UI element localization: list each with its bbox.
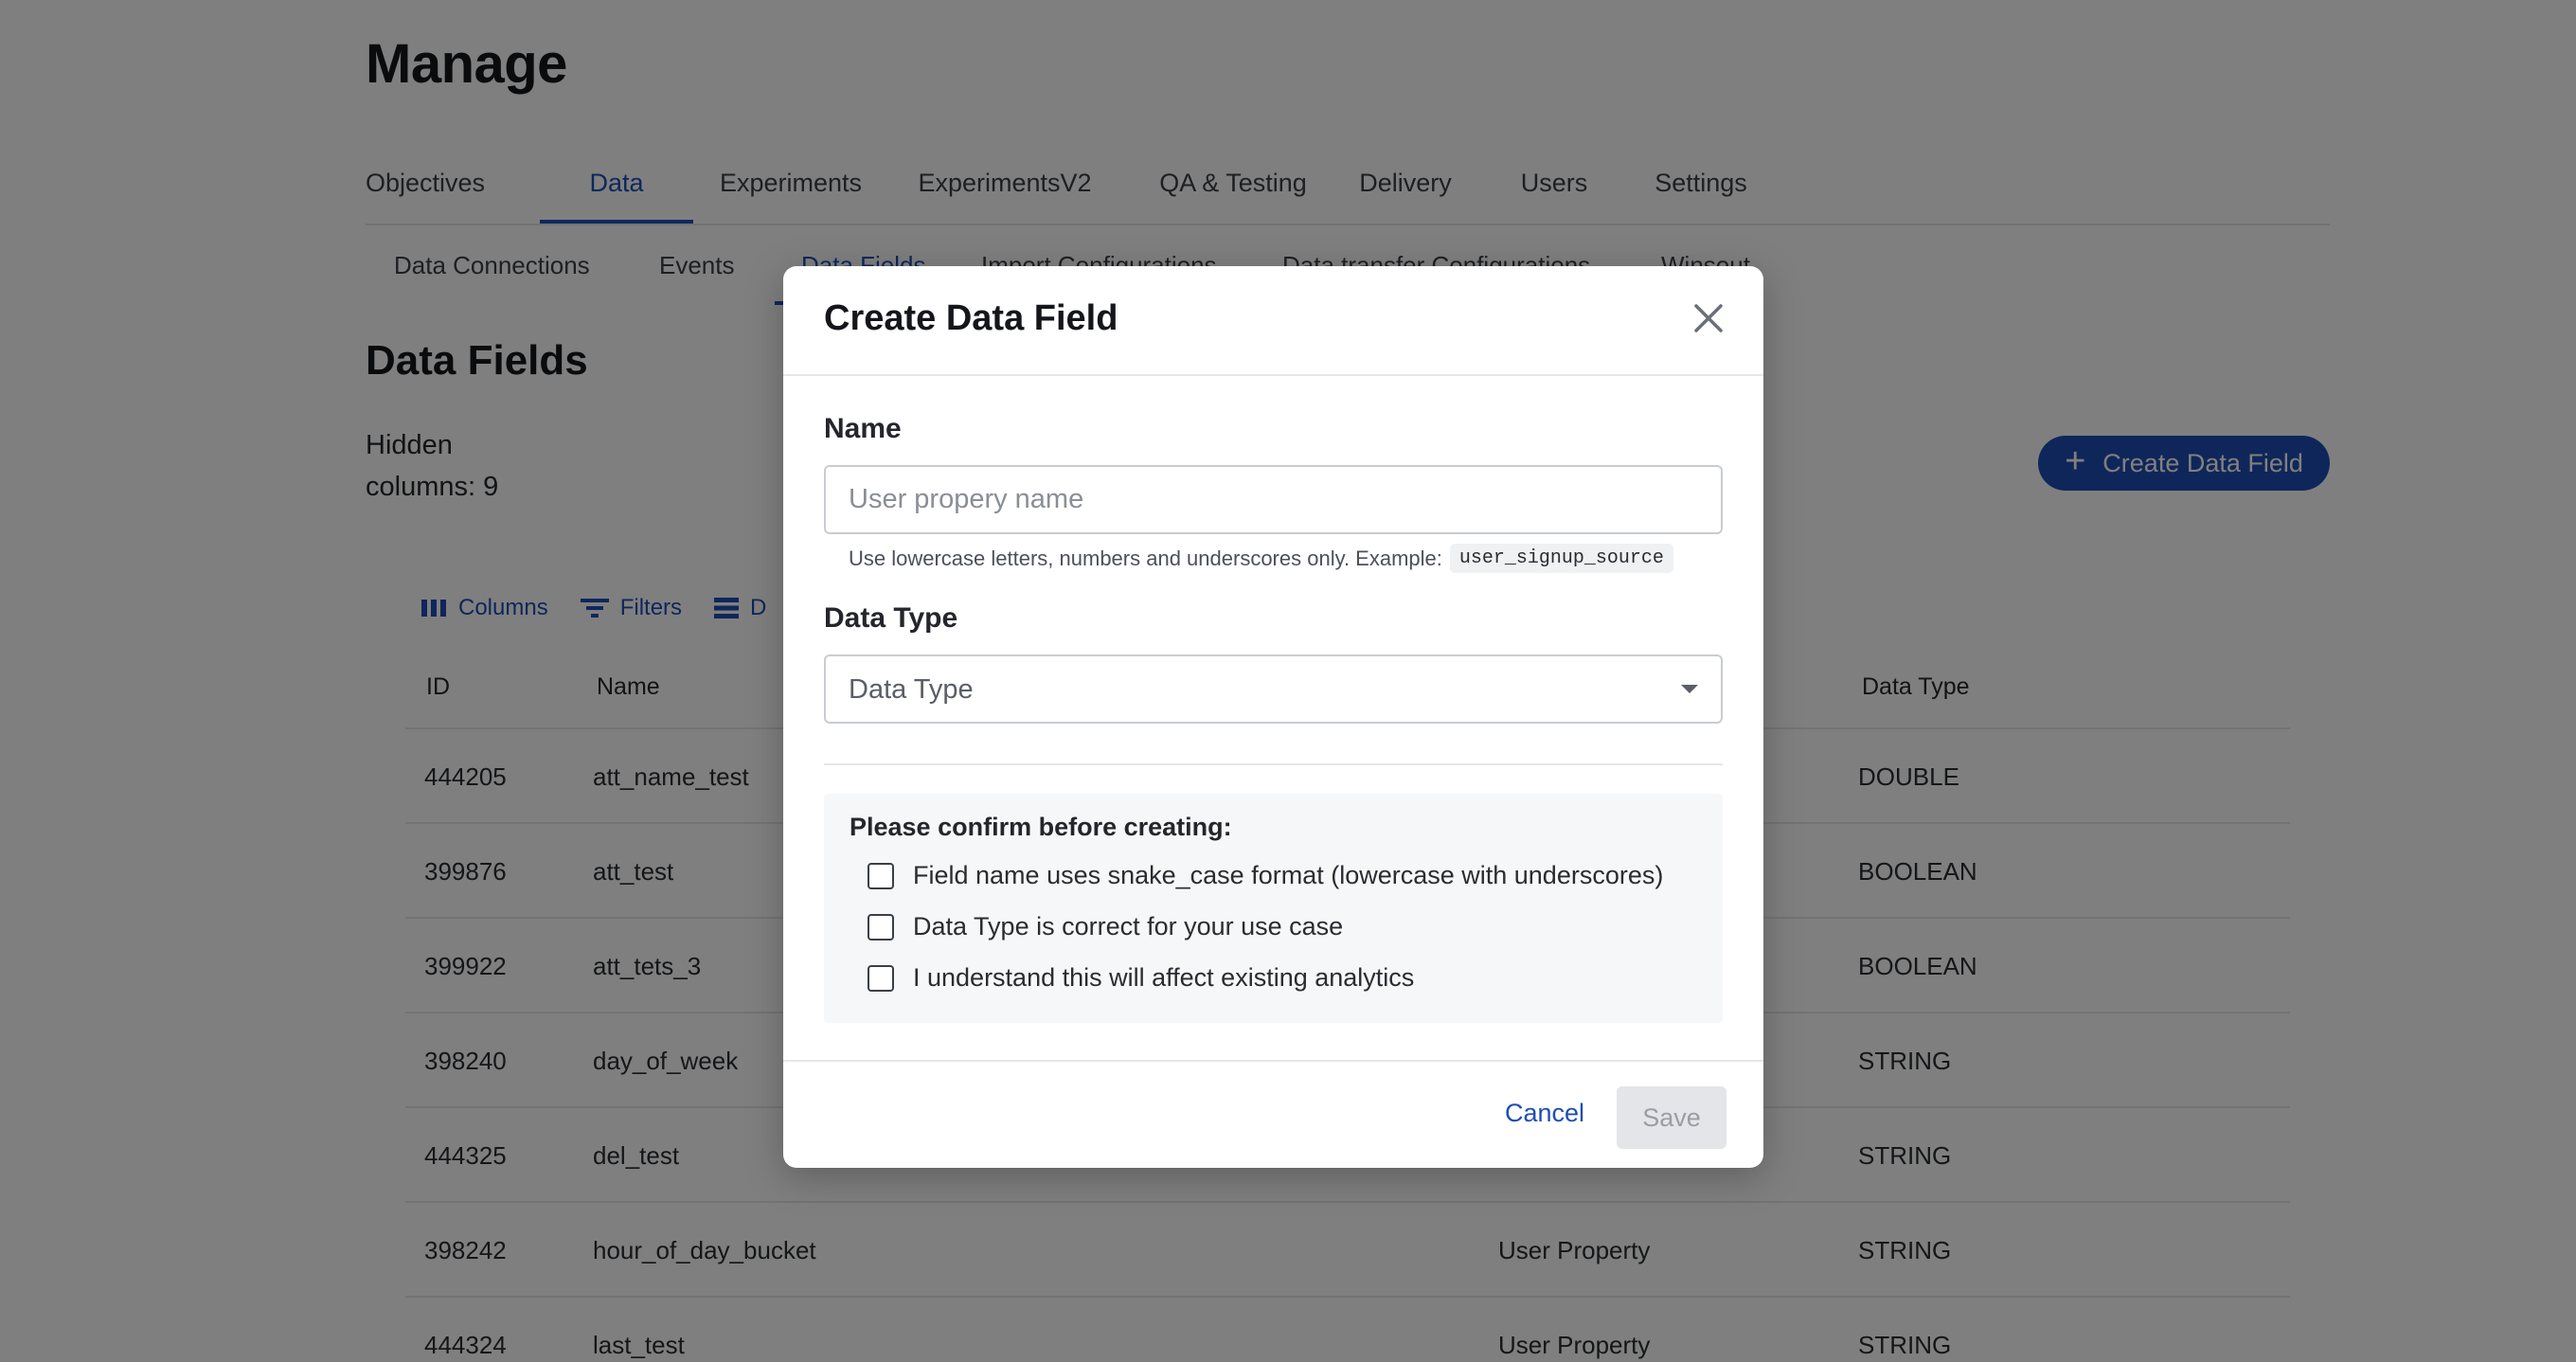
dialog-title: Create Data Field [824, 298, 1118, 338]
close-icon [1694, 304, 1723, 332]
dialog-footer-divider [783, 1060, 1763, 1062]
name-input[interactable] [824, 465, 1723, 534]
chevron-down-icon [1681, 685, 1698, 693]
checkbox-icon[interactable] [868, 862, 894, 889]
dialog-header: Create Data Field [783, 266, 1763, 376]
save-button[interactable]: Save [1617, 1086, 1726, 1149]
checkbox-icon[interactable] [868, 913, 894, 941]
dialog-divider [824, 763, 1723, 765]
confirm-analytics-checkbox[interactable]: I understand this will affect existing a… [868, 963, 1414, 993]
name-hint-example: user_signup_source [1449, 544, 1673, 573]
data-type-select-value: Data Type [849, 674, 974, 705]
cancel-button[interactable]: Cancel [1492, 1083, 1598, 1143]
confirmation-panel: Please confirm before creating: Field na… [824, 794, 1723, 1023]
confirmation-title: Please confirm before creating: [850, 813, 1232, 841]
checkbox-icon[interactable] [868, 964, 894, 992]
confirm-snake-case-label: Field name uses snake_case format (lower… [913, 861, 1664, 889]
confirm-analytics-label: I understand this will affect existing a… [913, 963, 1415, 992]
close-button[interactable] [1685, 295, 1732, 342]
name-label: Name [824, 413, 902, 444]
name-hint-text: Use lowercase letters, numbers and under… [849, 546, 1442, 570]
confirm-snake-case-checkbox[interactable]: Field name uses snake_case format (lower… [868, 861, 1663, 890]
name-hint: Use lowercase letters, numbers and under… [849, 544, 1673, 573]
data-type-label: Data Type [824, 602, 958, 634]
data-type-select[interactable]: Data Type [824, 654, 1723, 724]
confirm-data-type-label: Data Type is correct for your use case [913, 912, 1344, 941]
create-data-field-dialog: Create Data Field Name Use lowercase let… [783, 266, 1763, 1168]
confirm-data-type-checkbox[interactable]: Data Type is correct for your use case [868, 912, 1343, 941]
